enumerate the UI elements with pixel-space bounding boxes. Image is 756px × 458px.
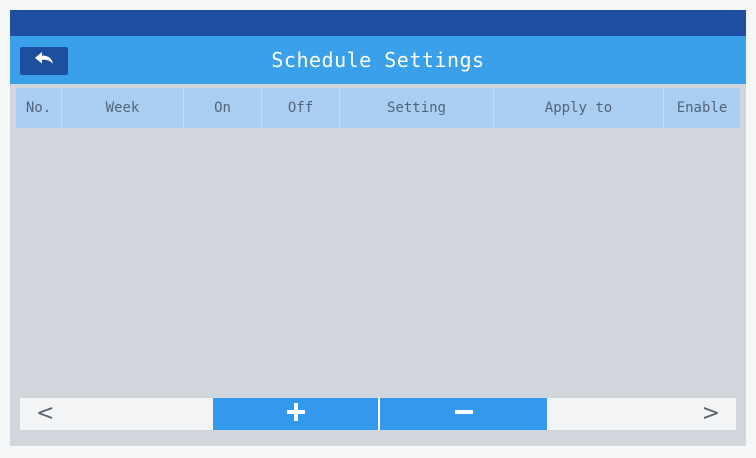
next-page-button[interactable]: >	[547, 398, 736, 430]
remove-schedule-button[interactable]	[380, 398, 547, 430]
page-title: Schedule Settings	[271, 48, 485, 72]
column-header-enable: Enable	[676, 100, 728, 116]
chevron-right-icon: >	[701, 401, 720, 426]
add-schedule-button[interactable]	[213, 398, 380, 430]
previous-page-button[interactable]: <	[20, 398, 213, 430]
column-header-no: No.	[16, 88, 62, 128]
column-header-setting: Setting	[340, 88, 494, 128]
minus-icon	[453, 401, 475, 427]
status-strip	[10, 10, 746, 36]
column-header-week: Week	[62, 88, 184, 128]
column-header-off: Off	[262, 88, 340, 128]
screen: Schedule Settings No. Week On Off Settin…	[10, 10, 746, 446]
table-header: No. Week On Off Setting Apply to Enable	[16, 88, 740, 128]
chevron-left-icon: <	[36, 401, 55, 426]
back-button[interactable]	[20, 47, 68, 75]
pagination-bar: < >	[20, 398, 736, 430]
title-bar: Schedule Settings	[10, 36, 746, 84]
back-arrow-icon	[33, 51, 55, 71]
schedule-list	[16, 128, 740, 390]
column-header-apply-to: Apply to	[494, 88, 664, 128]
plus-icon	[285, 401, 307, 427]
column-header-on: On	[184, 88, 262, 128]
